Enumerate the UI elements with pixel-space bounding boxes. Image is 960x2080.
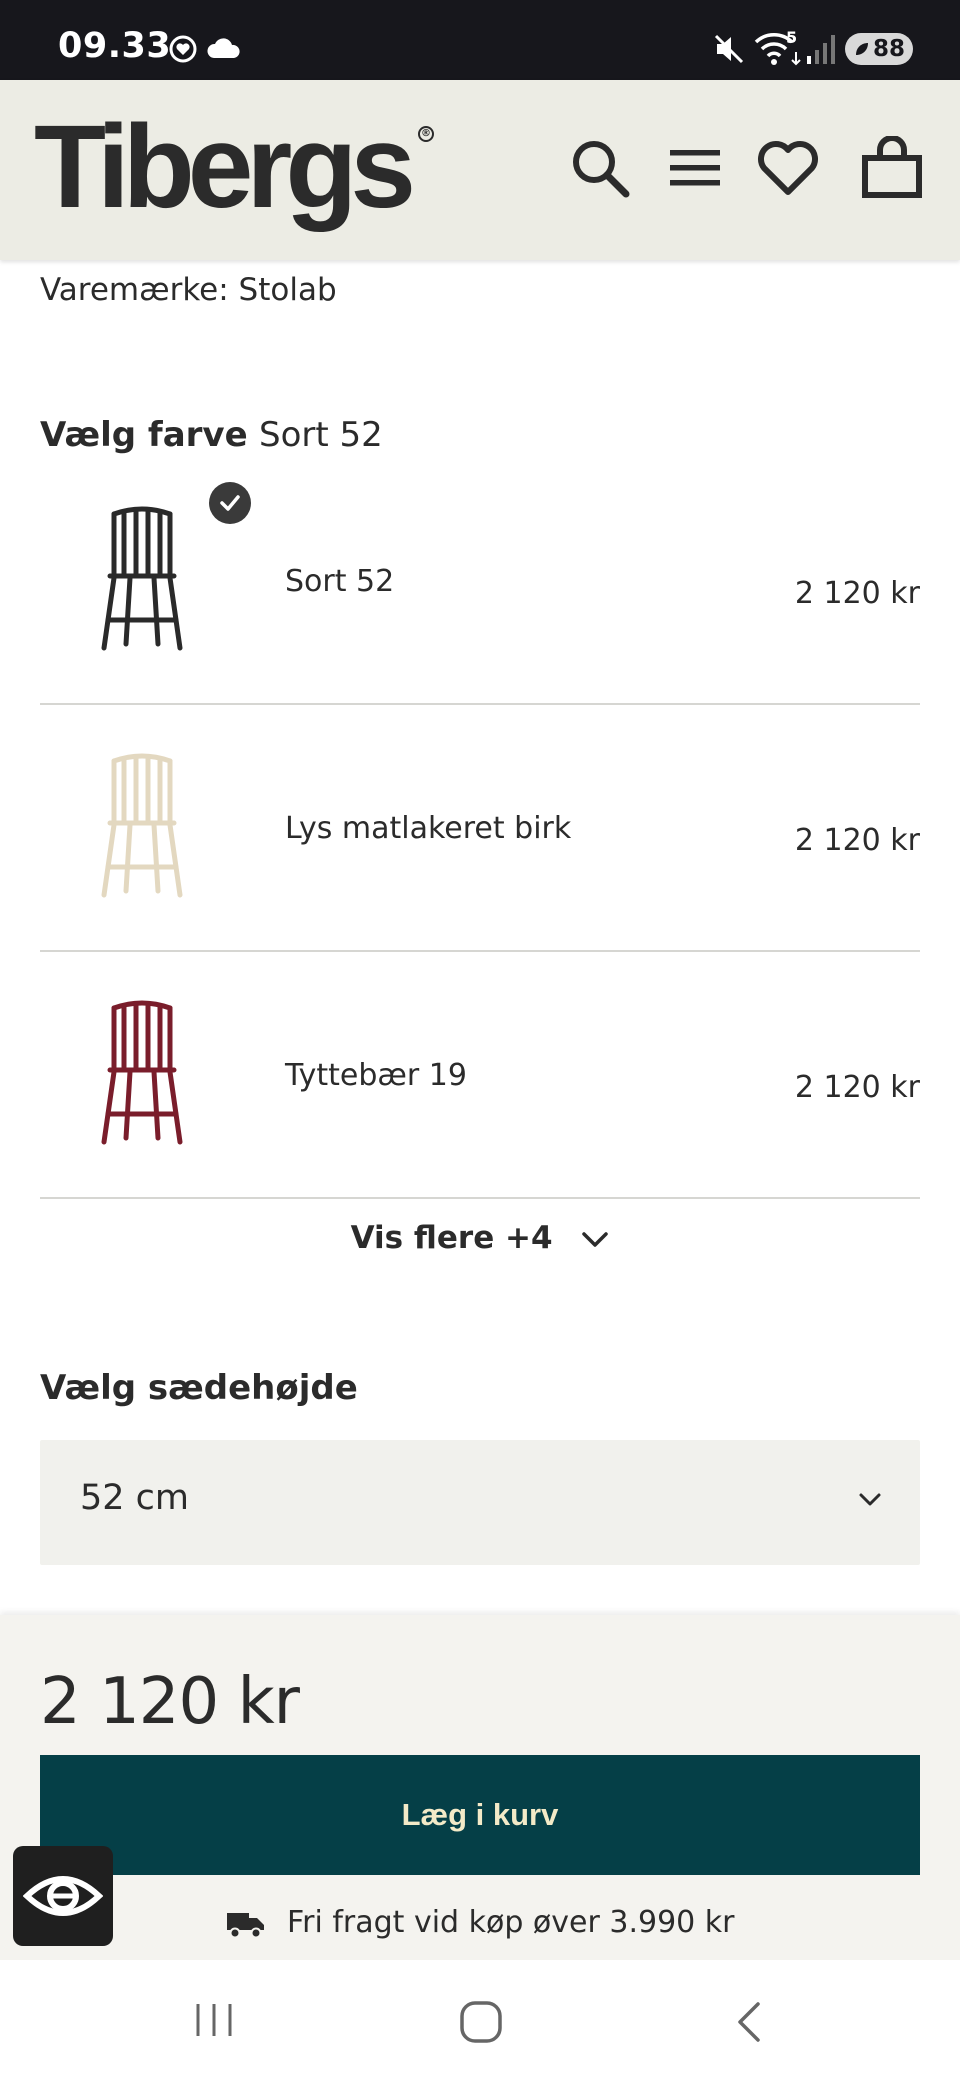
seat-height-value: 52 cm	[80, 1478, 189, 1518]
system-navigation-bar	[0, 1960, 960, 2080]
product-page: 09.33 5 88 Tibergs ® Varemærke: Stolab V…	[0, 0, 960, 2080]
chevron-down-icon	[859, 1493, 881, 1506]
color-option-sort-52[interactable]: Sort 52 2 120 kr	[40, 458, 920, 705]
color-option-lys-matlakeret-birk[interactable]: Lys matlakeret birk 2 120 kr	[40, 705, 920, 952]
cart-icon[interactable]	[860, 136, 924, 200]
mute-icon	[714, 34, 744, 64]
color-option-name: Sort 52	[285, 564, 395, 599]
add-to-cart-button[interactable]: Læg i kurv	[40, 1755, 920, 1875]
stool-thumbnail	[101, 1000, 183, 1145]
registered-mark: ®	[418, 126, 434, 142]
site-header: Tibergs ®	[0, 80, 960, 260]
status-bar: 09.33 5 88	[0, 0, 960, 80]
battery-saver-icon	[856, 43, 868, 55]
color-option-price: 2 120 kr	[794, 823, 920, 858]
color-section-title: Vælg farve	[40, 415, 248, 455]
home-icon[interactable]	[458, 2000, 504, 2044]
status-time: 09.33	[58, 26, 172, 66]
total-price: 2 120 kr	[40, 1665, 300, 1739]
heart-circle-icon	[169, 35, 197, 63]
signal-icon	[807, 35, 835, 64]
search-icon[interactable]	[568, 136, 632, 200]
eye-icon	[23, 1876, 103, 1916]
color-option-price: 2 120 kr	[794, 576, 920, 611]
back-icon[interactable]	[734, 2000, 764, 2044]
selected-color-label: Sort 52	[259, 415, 383, 455]
brand-logo[interactable]: Tibergs	[34, 108, 416, 226]
show-more-label: Vis flere +4	[350, 1220, 553, 1256]
battery-indicator: 88	[845, 33, 913, 65]
recent-apps-icon[interactable]	[192, 2000, 236, 2040]
color-option-price: 2 120 kr	[794, 1070, 920, 1105]
cloud-icon	[207, 38, 240, 58]
menu-icon[interactable]	[664, 136, 728, 200]
network-badge: 5	[786, 28, 798, 47]
battery-level: 88	[872, 36, 905, 62]
free-shipping-notice: Fri fragt vid køp øver 3.990 kr	[0, 1905, 960, 1940]
truck-icon	[226, 1912, 264, 1938]
color-option-name: Lys matlakeret birk	[285, 811, 572, 846]
free-shipping-text: Fri fragt vid køp øver 3.990 kr	[287, 1905, 735, 1940]
color-option-tyttebaer-19[interactable]: Tyttebær 19 2 120 kr	[40, 952, 920, 1199]
seat-height-section-title: Vælg sædehøjde	[40, 1368, 358, 1408]
sticky-buy-bar: 2 120 kr Læg i kurv Fri fragt vid køp øv…	[0, 1615, 960, 1960]
show-more-colors-button[interactable]: Vis flere +4	[0, 1220, 960, 1256]
color-option-name: Tyttebær 19	[285, 1058, 467, 1093]
chevron-down-icon	[582, 1231, 609, 1247]
accessibility-button[interactable]	[13, 1846, 113, 1946]
heart-icon[interactable]	[756, 136, 820, 200]
selected-check-icon	[209, 482, 251, 524]
brand-line: Varemærke: Stolab	[40, 272, 337, 308]
stool-thumbnail	[101, 753, 183, 898]
seat-height-select[interactable]: 52 cm	[40, 1440, 920, 1565]
stool-thumbnail	[101, 506, 183, 651]
